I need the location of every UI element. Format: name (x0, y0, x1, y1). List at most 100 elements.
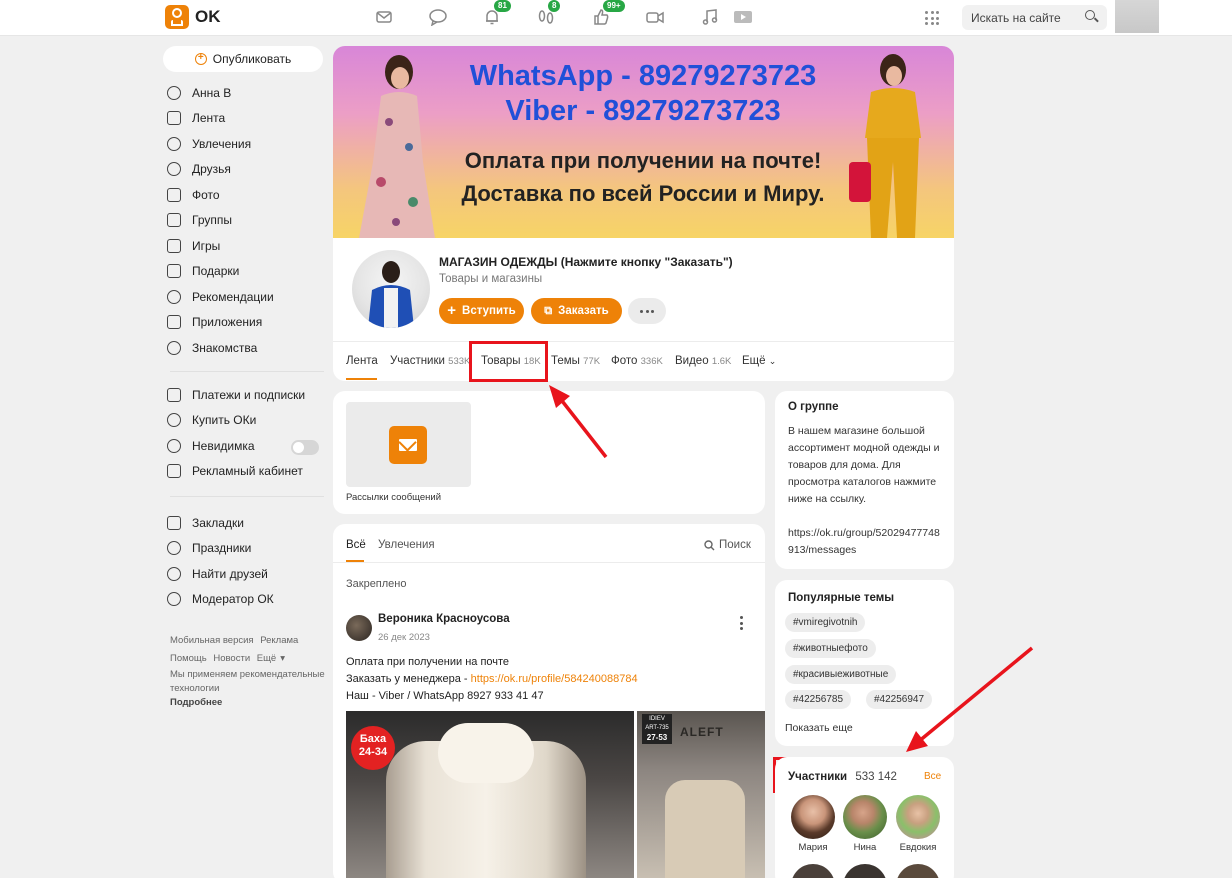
mail-icon[interactable] (374, 8, 394, 28)
member-avatar[interactable] (896, 795, 940, 839)
video-play-icon[interactable] (732, 8, 752, 28)
sidebar-item-dating[interactable]: Знакомства (167, 335, 274, 361)
post-author-avatar[interactable] (346, 615, 372, 641)
sidebar-item-label: Невидимка (192, 438, 255, 453)
sidebar-item-feed[interactable]: Лента (167, 106, 274, 132)
invisible-toggle[interactable] (291, 440, 319, 455)
tab-more[interactable]: Ещё ⌄ (742, 355, 776, 367)
tab-label: Ещё (742, 355, 766, 367)
topic-chip[interactable]: #42256785 (785, 690, 852, 709)
sidebar-item-games[interactable]: Игры (167, 233, 274, 259)
banner-whatsapp-text: WhatsApp - 89279273723 (469, 60, 817, 92)
sidebar-item-recommendations[interactable]: Рекомендации (167, 284, 274, 310)
sidebar-item-ads-cabinet[interactable]: Рекламный кабинет (167, 459, 305, 485)
apps-grid-icon[interactable] (925, 11, 939, 25)
post-menu-kebab-icon[interactable] (740, 616, 743, 630)
sidebar-item-bookmarks[interactable]: Закладки (167, 510, 274, 536)
tab-label: Лента (346, 355, 378, 367)
footer-link-details[interactable]: Подробнее (170, 697, 222, 708)
footer-link-news[interactable]: Новости (213, 653, 250, 664)
sidebar-item-label: Найти друзей (192, 566, 268, 581)
sidebar-item-buy-oki[interactable]: Купить ОКи (167, 408, 305, 434)
chat-icon[interactable] (428, 8, 448, 28)
post-profile-link[interactable]: https://ok.ru/profile/584240088784 (471, 673, 638, 685)
footprints-icon[interactable]: 8 (536, 0, 561, 28)
footer-link-ads[interactable]: Реклама (260, 635, 298, 646)
topic-chip[interactable]: #42256947 (866, 690, 933, 709)
sidebar-item-moderator[interactable]: Модератор ОК (167, 587, 274, 613)
sidebar-item-invisible[interactable]: Невидимка (167, 433, 305, 459)
member-name[interactable]: Евдокия (891, 842, 945, 853)
ok-logo[interactable]: OK (165, 5, 221, 29)
footer-more[interactable]: Ещё ▾ (257, 653, 285, 664)
friends-icon (167, 162, 181, 177)
footer-more-label: Ещё (256, 653, 277, 664)
join-button[interactable]: + Вступить (439, 298, 524, 324)
video-camera-icon[interactable] (645, 8, 665, 28)
banner-viber-text: Viber - 89279273723 (505, 95, 781, 127)
tab-label: Фото (611, 355, 638, 367)
members-title: Участники (788, 771, 848, 783)
sidebar-item-profile[interactable]: Анна В (167, 80, 274, 106)
article-tag: IDIEV ART-735 27-53 (642, 714, 672, 744)
more-options-button[interactable] (628, 298, 666, 324)
highlight-box-products (469, 341, 548, 382)
tab-topics[interactable]: Темы 77K (551, 355, 600, 367)
group-category[interactable]: Товары и магазины (439, 273, 542, 285)
sidebar-item-find-friends[interactable]: Найти друзей (167, 561, 274, 587)
tab-videos[interactable]: Видео 1.6K (675, 355, 731, 367)
hearts-icon (167, 340, 181, 355)
sidebar-item-gifts[interactable]: Подарки (167, 259, 274, 285)
publish-button[interactable]: + Опубликовать (163, 46, 323, 72)
photo-icon (167, 187, 181, 202)
tab-feed[interactable]: Лента (346, 355, 378, 367)
sidebar-item-groups[interactable]: Группы (167, 208, 274, 234)
group-avatar[interactable] (352, 250, 430, 328)
sidebar-item-hobbies[interactable]: Увлечения (167, 131, 274, 157)
user-avatar-thumbnail[interactable] (1115, 0, 1159, 33)
sidebar-item-apps[interactable]: Приложения (167, 310, 274, 336)
post-text-line: Наш - Viber / WhatsApp 8927 933 41 47 (346, 690, 544, 702)
notifications-badge: 81 (494, 0, 511, 12)
footer-link-help[interactable]: Помощь (170, 653, 207, 664)
tab-photos[interactable]: Фото 336K (611, 355, 663, 367)
search-icon[interactable] (1085, 10, 1095, 20)
bell-icon[interactable]: 81 (482, 0, 511, 28)
messages-label[interactable]: Рассылки сообщений (346, 492, 441, 503)
feed-search-button[interactable]: Поиск (704, 539, 751, 551)
tab-members[interactable]: Участники 533K (390, 355, 470, 367)
user-icon (167, 85, 181, 100)
feed-tab-all[interactable]: Всё (346, 539, 366, 551)
member-name[interactable]: Нина (838, 842, 892, 853)
knit-image (665, 780, 745, 878)
sidebar-item-payments[interactable]: Платежи и подписки (167, 382, 305, 408)
footer-link-mobile[interactable]: Мобильная версия (170, 635, 254, 646)
member-name[interactable]: Мария (786, 842, 840, 853)
sidebar-item-label: Игры (192, 238, 221, 253)
like-icon[interactable]: 99+ (591, 0, 625, 28)
feed-tab-hobbies[interactable]: Увлечения (378, 539, 435, 551)
show-more-topics-link[interactable]: Показать еще (785, 722, 853, 734)
apps-icon (167, 315, 181, 330)
members-all-link[interactable]: Все (924, 771, 941, 782)
topic-chip[interactable]: #красивыеживотные (785, 665, 897, 684)
member-avatar[interactable] (843, 795, 887, 839)
about-link[interactable]: https://ok.ru/group/52029477748913/messa… (788, 525, 944, 559)
sidebar-item-holidays[interactable]: Праздники (167, 536, 274, 562)
sidebar-item-label: Праздники (192, 541, 252, 556)
tab-label: Участники (390, 355, 445, 367)
sidebar-item-label: Группы (192, 213, 232, 228)
tab-label: Видео (675, 355, 709, 367)
members-header[interactable]: Участники 533 142 (788, 771, 897, 783)
moderator-icon (167, 592, 181, 607)
topic-chip[interactable]: #животныефото (785, 639, 876, 658)
sidebar-item-photos[interactable]: Фото (167, 182, 274, 208)
post-author-name[interactable]: Вероника Красноусова (378, 613, 510, 625)
order-button[interactable]: ⧉ Заказать (531, 298, 622, 324)
topic-chip[interactable]: #vmiregivotnih (785, 613, 866, 632)
music-icon[interactable] (700, 8, 720, 28)
sidebar-item-label: Фото (192, 187, 220, 202)
member-avatar[interactable] (791, 795, 835, 839)
sidebar-item-friends[interactable]: Друзья (167, 157, 274, 183)
ok-logo-icon (165, 5, 189, 29)
